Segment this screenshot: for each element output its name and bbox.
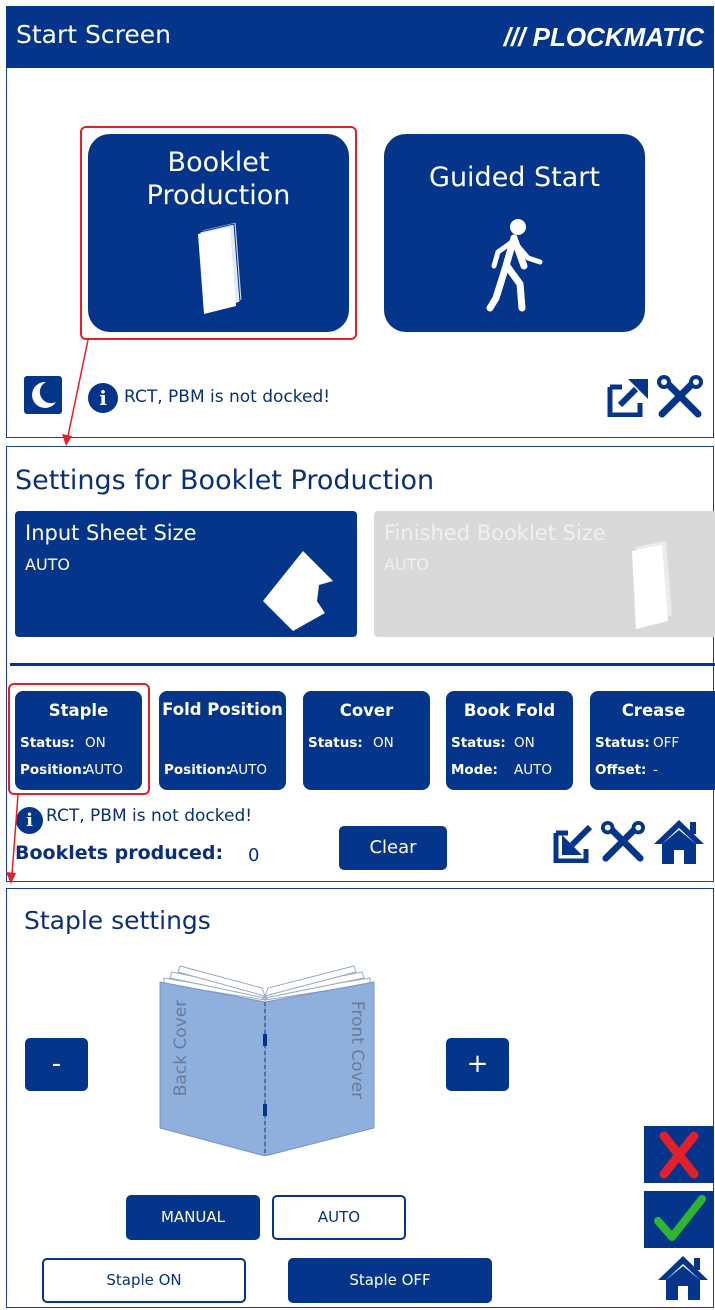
booklet-settings-title: Settings for Booklet Production bbox=[15, 465, 435, 496]
booklets-produced-count: 0 bbox=[248, 845, 260, 866]
status-value: ON bbox=[85, 735, 106, 751]
status-key: Status: bbox=[595, 735, 650, 751]
green-check-icon bbox=[654, 1195, 706, 1241]
title-bar: Start Screen /// PLOCKMATIC bbox=[6, 6, 714, 68]
minus-label: - bbox=[51, 1049, 62, 1079]
status-value: ON bbox=[514, 735, 535, 751]
input-sheet-size-label: Input Sheet Size bbox=[25, 521, 197, 545]
auto-mode-button[interactable]: AUTO bbox=[272, 1195, 406, 1240]
manual-mode-button[interactable]: MANUAL bbox=[126, 1195, 260, 1240]
back-cover-label: Back Cover bbox=[171, 999, 191, 1097]
clear-label: Clear bbox=[369, 837, 417, 858]
staple-settings-title: Staple settings bbox=[24, 906, 211, 935]
position-value: AUTO bbox=[229, 762, 267, 778]
position-value: AUTO bbox=[85, 762, 123, 778]
home-icon[interactable] bbox=[652, 818, 706, 866]
screen-title: Start Screen bbox=[16, 20, 171, 49]
tools-icon[interactable] bbox=[600, 820, 646, 864]
booklet-production-label-line1: Booklet bbox=[167, 147, 270, 178]
booklet-production-label-line2: Production bbox=[146, 180, 291, 211]
finished-booklet-size-label: Finished Booklet Size bbox=[384, 521, 606, 545]
finished-booklet-size-value: AUTO bbox=[384, 555, 430, 574]
info-message: RCT, PBM is not docked! bbox=[124, 387, 331, 407]
info-message: RCT, PBM is not docked! bbox=[46, 806, 253, 826]
cover-function-button[interactable]: Cover Status: ON bbox=[303, 691, 430, 790]
book-fold-title: Book Fold bbox=[463, 701, 556, 720]
crease-function-button[interactable]: Crease Status: OFF Offset: - bbox=[590, 691, 715, 790]
import-icon[interactable] bbox=[552, 823, 596, 863]
status-value: ON bbox=[373, 735, 394, 751]
input-sheet-size-tile[interactable]: Input Sheet Size AUTO bbox=[15, 511, 357, 637]
walking-person-icon bbox=[486, 219, 543, 312]
staple-title: Staple bbox=[48, 701, 109, 720]
finished-booklet-size-tile: Finished Booklet Size AUTO bbox=[374, 511, 715, 637]
booklet-production-button[interactable]: Booklet Production bbox=[88, 134, 349, 332]
staple-off-button[interactable]: Staple OFF bbox=[288, 1258, 492, 1303]
guided-start-label: Guided Start bbox=[429, 162, 600, 193]
staple-on-button[interactable]: Staple ON bbox=[42, 1258, 246, 1303]
red-x-icon bbox=[659, 1131, 699, 1179]
book-fold-function-button[interactable]: Book Fold Status: ON Mode: AUTO bbox=[446, 691, 573, 790]
fold-position-function-button[interactable]: Fold Position Position: AUTO bbox=[159, 691, 286, 790]
svg-text:z: z bbox=[37, 393, 40, 400]
offset-key: Offset: bbox=[595, 762, 647, 778]
staple-off-label: Staple OFF bbox=[349, 1271, 431, 1289]
staple-mark-top bbox=[263, 1034, 267, 1046]
status-key: Status: bbox=[20, 735, 75, 751]
plus-label: + bbox=[466, 1049, 489, 1079]
tools-icon[interactable] bbox=[656, 374, 704, 420]
section-divider bbox=[10, 663, 715, 666]
position-key: Position: bbox=[164, 762, 232, 778]
status-value: OFF bbox=[653, 735, 680, 751]
export-icon[interactable] bbox=[606, 377, 650, 417]
staple-on-label: Staple ON bbox=[106, 1271, 182, 1289]
fold-position-title: Fold Position bbox=[162, 700, 283, 719]
cancel-button[interactable] bbox=[644, 1126, 714, 1183]
plus-button[interactable]: + bbox=[446, 1038, 509, 1091]
mode-value: AUTO bbox=[514, 762, 552, 778]
minus-button[interactable]: - bbox=[25, 1038, 88, 1091]
status-key: Status: bbox=[308, 735, 363, 751]
booklets-produced-label: Booklets produced: bbox=[15, 842, 224, 864]
mode-key: Mode: bbox=[451, 762, 498, 778]
offset-value: - bbox=[653, 762, 658, 778]
booklet-icon bbox=[632, 541, 672, 629]
sleep-mode-button[interactable]: z z bbox=[24, 376, 62, 414]
plockmatic-logo: /// PLOCKMATIC bbox=[503, 22, 704, 52]
clear-button[interactable]: Clear bbox=[339, 826, 447, 870]
home-icon[interactable] bbox=[656, 1254, 710, 1302]
staple-function-button[interactable]: Staple Status: ON Position: AUTO bbox=[15, 691, 142, 790]
manual-label: MANUAL bbox=[160, 1208, 226, 1226]
confirm-button[interactable] bbox=[644, 1191, 714, 1248]
booklet-icon bbox=[198, 221, 243, 315]
status-key: Status: bbox=[451, 735, 506, 751]
sleep-icon: z z bbox=[32, 381, 56, 408]
crease-title: Crease bbox=[621, 701, 686, 720]
input-sheet-size-value: AUTO bbox=[25, 555, 71, 574]
auto-label: AUTO bbox=[317, 1208, 361, 1226]
cover-title: Cover bbox=[339, 701, 394, 720]
info-icon: i bbox=[16, 807, 43, 834]
guided-start-button[interactable]: Guided Start bbox=[384, 134, 645, 332]
front-cover-label: Front Cover bbox=[347, 1000, 367, 1100]
info-icon: i bbox=[88, 383, 118, 413]
staple-mark-bottom bbox=[263, 1104, 267, 1116]
position-key: Position: bbox=[20, 762, 88, 778]
sheet-icon bbox=[263, 551, 333, 631]
